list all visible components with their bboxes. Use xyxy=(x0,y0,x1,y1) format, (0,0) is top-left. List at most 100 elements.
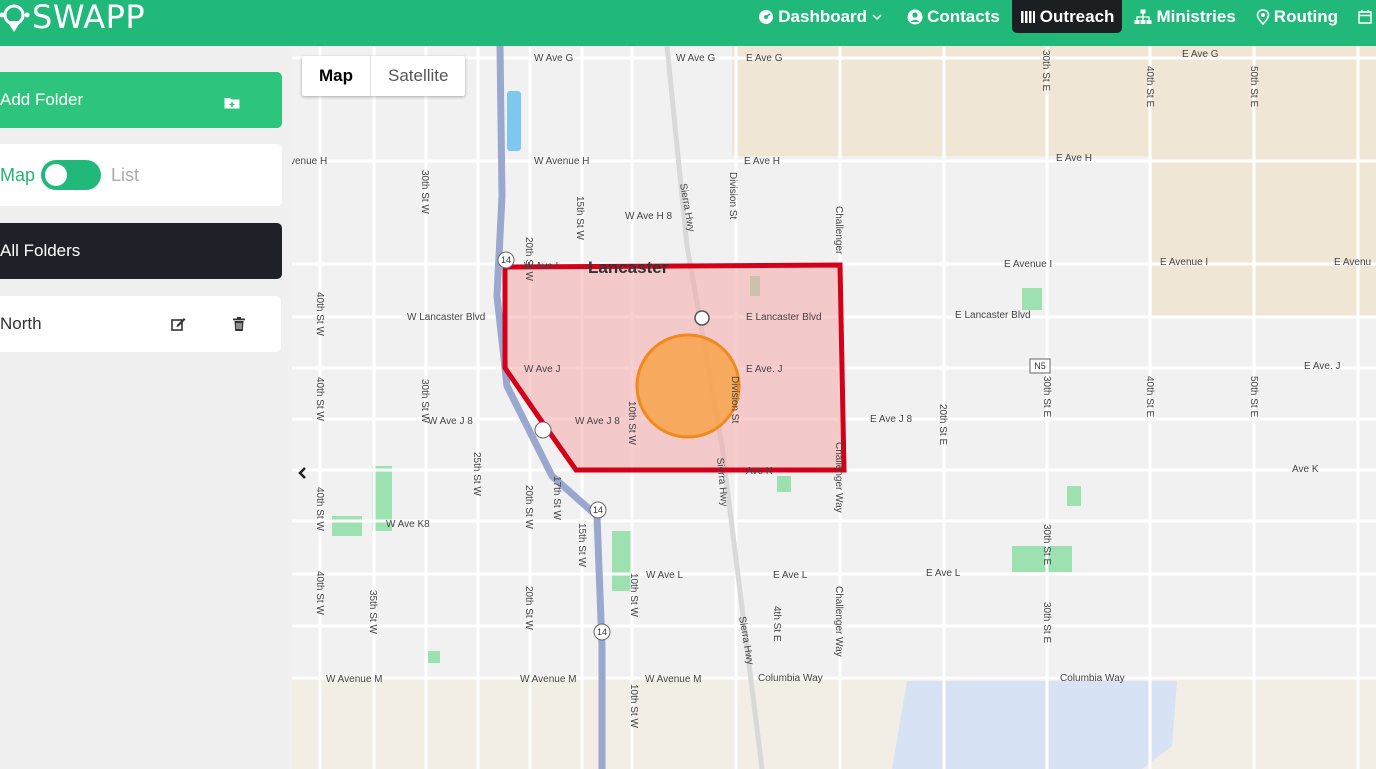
road-label: 35th St W xyxy=(367,590,378,634)
road-label: 17th St W xyxy=(551,476,562,520)
nav-contacts[interactable]: Contacts xyxy=(899,0,1008,33)
road-label: Sierra Hwy xyxy=(677,183,696,233)
road-label: E Avenue I xyxy=(1160,257,1208,268)
nav-outreach-label: Outreach xyxy=(1039,6,1115,26)
road-label: 30th St E xyxy=(1041,524,1052,565)
road-label: E Ave H xyxy=(1056,153,1092,164)
road-label: 25th St W xyxy=(471,452,482,496)
add-folder-label: Add Folder xyxy=(0,90,84,109)
folder-item[interactable]: North xyxy=(0,296,281,352)
map-list-switch[interactable] xyxy=(41,160,102,190)
road-label: 50th St E xyxy=(1248,376,1259,417)
road-label: E Ave L xyxy=(773,570,808,581)
road-label: E Ave G xyxy=(1182,49,1219,60)
hwy-shield-14: 14 xyxy=(597,627,607,637)
nav-calendar[interactable] xyxy=(1350,0,1376,33)
road-label: W Ave K8 xyxy=(386,519,430,530)
road-label: 40th St W xyxy=(314,487,325,531)
road-label: 20th St W xyxy=(523,237,534,281)
app-name: SWAPP xyxy=(32,0,146,36)
road-label: E Lancaster Blvd xyxy=(955,310,1031,321)
road-label: E Ave J 8 xyxy=(870,414,913,425)
app-logo[interactable]: SWAPP xyxy=(0,0,146,36)
road-label: E Avenu xyxy=(1334,257,1371,268)
tab-map[interactable]: Map xyxy=(302,56,371,96)
hwy-shield-n5: N5 xyxy=(1034,361,1046,371)
road-label: 30th St E xyxy=(1041,376,1052,417)
columns-icon xyxy=(1020,10,1035,23)
road-label: 40th St W xyxy=(314,377,325,421)
nav-routing-label: Routing xyxy=(1273,6,1338,26)
road-label: 30th St E xyxy=(1040,50,1051,91)
switch-knob xyxy=(45,164,68,186)
all-folders-label: All Folders xyxy=(0,241,81,260)
road-label: Columbia Way xyxy=(758,673,823,684)
road-label: Division St xyxy=(727,172,738,219)
road-label: Challenger Way xyxy=(833,586,844,657)
user-circle-icon xyxy=(907,9,923,24)
map-view[interactable]: 14 14 14 N5 Lancaster W Ave G W Ave G E … xyxy=(292,46,1376,769)
add-folder-button[interactable]: Add Folder xyxy=(0,72,282,128)
road-label: E Lancaster Blvd xyxy=(746,312,822,323)
folders-sidebar: Add Folder Map List All Folders North xyxy=(0,46,292,769)
calendar-icon xyxy=(1358,9,1372,24)
road-label: 30th St E xyxy=(1041,602,1052,643)
road-label: W Ave G xyxy=(676,53,715,64)
road-label: 50th St E xyxy=(1248,66,1259,107)
road-label: E Ave. J xyxy=(1304,361,1341,372)
map-pin-icon xyxy=(1256,8,1270,25)
road-label: W Avenue M xyxy=(520,674,577,685)
road-label: 10th St W xyxy=(628,573,639,617)
nav-routing[interactable]: Routing xyxy=(1248,0,1346,33)
road-label: 15th St W xyxy=(576,523,587,567)
map-canvas[interactable]: 14 14 14 N5 Lancaster W Ave G W Ave G E … xyxy=(292,46,1376,769)
hwy-shield-14: 14 xyxy=(593,505,603,515)
road-label: Ave K xyxy=(1292,464,1319,475)
road-label: W Ave J xyxy=(524,364,561,375)
road-label: E Ave H xyxy=(744,156,780,167)
road-label: 40th St E xyxy=(1144,66,1155,107)
road-label: Division St xyxy=(729,376,740,423)
road-label: W Ave J 8 xyxy=(575,416,620,427)
toggle-map-label[interactable]: Map xyxy=(0,165,35,186)
main-nav: Dashboard Contacts Outreach Ministries R… xyxy=(746,0,1376,33)
road-label: Challenger xyxy=(833,206,844,255)
folder-name: North xyxy=(0,314,42,333)
road-label: Sierra Hwy xyxy=(736,616,755,666)
road-label: 10th St W xyxy=(626,401,637,445)
dashboard-icon xyxy=(759,9,774,24)
folder-plus-icon xyxy=(224,94,240,114)
road-label: W Avenue H xyxy=(534,156,589,167)
sitemap-icon xyxy=(1134,9,1152,24)
trash-icon[interactable] xyxy=(233,316,245,336)
road-label: 20th St W xyxy=(523,485,534,529)
road-label: W Ave H 8 xyxy=(625,211,672,222)
road-label: 30th St W xyxy=(419,379,430,423)
road-label: 4th St E xyxy=(771,606,782,642)
road-label: E Ave. J xyxy=(746,364,783,375)
road-label: W Avenue M xyxy=(326,674,383,685)
road-label: 40th St W xyxy=(314,571,325,615)
toggle-list-label[interactable]: List xyxy=(111,165,139,186)
all-folders-button[interactable]: All Folders xyxy=(0,223,282,279)
road-label: E Ave L xyxy=(926,568,961,579)
tab-satellite[interactable]: Satellite xyxy=(371,56,465,96)
chevron-left-icon xyxy=(298,467,306,479)
road-label: Challenger Way xyxy=(833,442,844,513)
road-label: W Avenue M xyxy=(645,674,702,685)
edit-icon[interactable] xyxy=(171,316,186,336)
road-label: 15th St W xyxy=(574,196,585,240)
location-marker-icon xyxy=(0,4,30,32)
nav-contacts-label: Contacts xyxy=(927,6,1000,26)
nav-dashboard[interactable]: Dashboard xyxy=(750,0,895,33)
nav-outreach[interactable]: Outreach xyxy=(1011,0,1123,33)
road-label: W Lancaster Blvd xyxy=(407,312,485,323)
road-label: 10th St W xyxy=(628,684,639,728)
nav-ministries[interactable]: Ministries xyxy=(1126,0,1243,33)
road-label: 40th St W xyxy=(314,292,325,336)
collapse-sidebar-button[interactable] xyxy=(292,458,312,488)
road-label: W Ave J 8 xyxy=(428,416,473,427)
road-label: 20th St E xyxy=(937,404,948,445)
road-label: E Ave G xyxy=(746,53,783,64)
road-label: 20th St W xyxy=(523,586,534,630)
